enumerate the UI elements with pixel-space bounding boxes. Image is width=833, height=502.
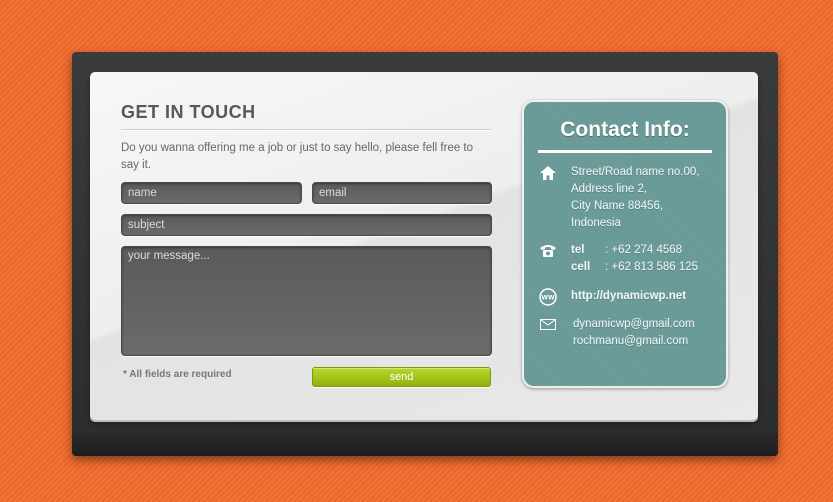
www-icon: WW <box>538 288 558 306</box>
home-icon <box>538 166 558 180</box>
tel-label: tel <box>571 244 585 256</box>
title-divider <box>121 129 491 130</box>
address-line: Indonesia <box>571 217 621 229</box>
phone-text: tel : +62 274 4568 cell : +62 813 586 125 <box>571 242 698 276</box>
contact-panel: GET IN TOUCH Do you wanna offering me a … <box>90 72 758 420</box>
message-textarea[interactable] <box>121 246 492 356</box>
subject-input[interactable] <box>121 214 492 236</box>
address-line: Address line 2, <box>571 183 648 195</box>
form-intro: Do you wanna offering me a job or just t… <box>121 142 474 171</box>
name-input[interactable] <box>121 182 302 204</box>
contact-title-underline <box>538 150 712 153</box>
svg-text:WW: WW <box>541 295 555 302</box>
cell-label: cell <box>571 261 591 273</box>
address-line: City Name 88456, <box>571 200 664 212</box>
send-button[interactable]: send <box>312 367 491 387</box>
email-input[interactable] <box>312 182 492 204</box>
address-line: Street/Road name no.00, <box>571 166 700 178</box>
website-link[interactable]: http://dynamicwp.net <box>571 288 686 305</box>
tel-value: : +62 274 4568 <box>605 244 683 256</box>
email-address-2[interactable]: rochmanu@gmail.com <box>573 333 695 350</box>
required-note: * All fields are required <box>123 369 232 380</box>
form-title: GET IN TOUCH <box>121 102 256 122</box>
cell-value: : +62 813 586 125 <box>605 261 699 273</box>
phone-icon <box>538 244 558 257</box>
contact-title: Contact Info: <box>560 118 690 141</box>
frame-base <box>72 434 778 456</box>
email-text: dynamicwp@gmail.com rochmanu@gmail.com <box>573 316 695 350</box>
widget-frame: GET IN TOUCH Do you wanna offering me a … <box>72 52 778 456</box>
address-text: Street/Road name no.00, Address line 2, … <box>571 164 700 232</box>
contact-info-box: Contact Info: Street/Road name no.00, Ad… <box>522 100 728 388</box>
mail-icon <box>538 319 558 330</box>
email-address-1[interactable]: dynamicwp@gmail.com <box>573 316 695 333</box>
